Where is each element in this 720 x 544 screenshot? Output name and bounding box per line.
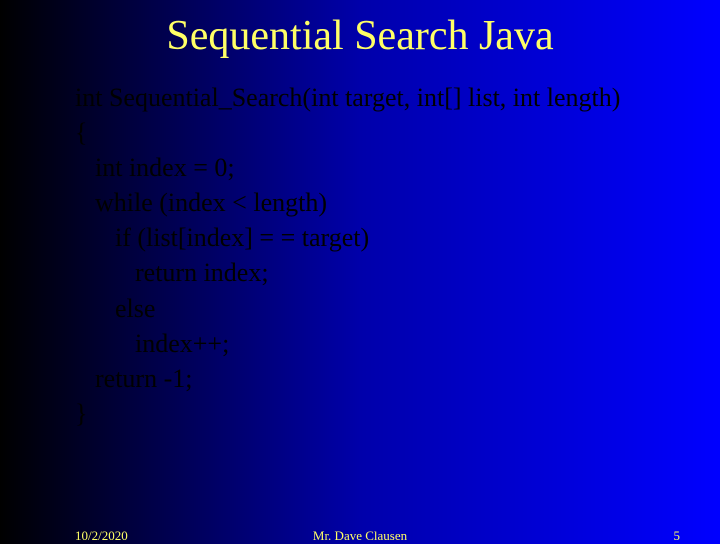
code-line: return -1;	[75, 361, 720, 396]
code-block: int Sequential_Search(int target, int[] …	[0, 80, 720, 431]
code-line: index++;	[75, 326, 720, 361]
code-line: int index = 0;	[75, 150, 720, 185]
code-line: int Sequential_Search(int target, int[] …	[75, 80, 720, 115]
code-line: if (list[index] = = target)	[75, 220, 720, 255]
code-line: }	[75, 396, 720, 431]
footer-author: Mr. Dave Clausen	[313, 528, 407, 544]
code-line: return index;	[75, 255, 720, 290]
footer-page-number: 5	[674, 528, 681, 544]
code-line: {	[75, 115, 720, 150]
slide-title: Sequential Search Java	[0, 0, 720, 80]
footer-date: 10/2/2020	[75, 528, 128, 544]
code-line: else	[75, 291, 720, 326]
code-line: while (index < length)	[75, 185, 720, 220]
